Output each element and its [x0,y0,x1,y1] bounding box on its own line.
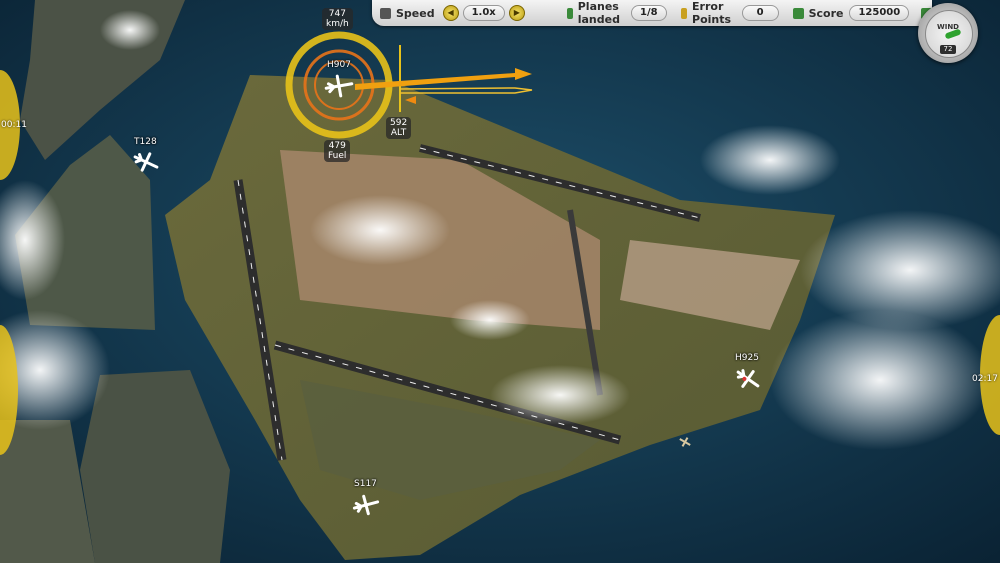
cloud [100,10,160,50]
fuel-readout: 479 Fuel [324,140,351,162]
spawn-timer-left: 00:11 [1,120,27,130]
cloud [450,300,530,340]
plane-callsign-t128: T128 [134,137,157,147]
speed-decrease-button[interactable]: ◀ [442,5,459,21]
altitude-value: 592 [390,118,408,128]
error-points-value: 0 [741,5,779,21]
top-status-bar: Speed ◀ 1.0x ▶ Planes landed 1/8 Error P… [372,0,933,26]
speed-icon [380,7,391,19]
planes-landed-group: Planes landed 1/8 [566,0,667,26]
planes-landed-icon [566,7,573,19]
cloud [310,195,450,265]
fuel-value: 479 [328,141,346,151]
error-points-icon [680,7,688,19]
altitude-readout: 592 ALT [386,117,412,139]
selected-plane-callsign: H907 [327,60,351,70]
speed-group: Speed ◀ 1.0x ▶ [380,5,527,21]
spawn-timer-right: 02:17 [972,374,998,384]
score-icon [792,7,804,19]
fuel-unit: Fuel [328,151,347,161]
speed-value: 747 [328,9,346,19]
planes-landed-value: 1/8 [631,5,667,21]
cloud [770,310,990,450]
altitude-unit: ALT [390,128,407,138]
cloud [700,125,840,195]
score-group: Score 125000 [792,5,910,21]
airport-map[interactable] [0,0,1000,563]
wind-gauge: WIND 72 [918,3,978,63]
plane-callsign-s117: S117 [354,479,377,489]
cloud [490,365,630,425]
speed-label: Speed [396,6,435,20]
score-value: 125000 [849,5,910,21]
speed-readout: 747 km/h [322,8,353,30]
score-label: Score [808,6,844,20]
plane-callsign-h925: H925 [735,353,759,363]
error-points-label: Error Points [692,0,732,26]
speed-increase-button[interactable]: ▶ [508,5,525,21]
wind-label: WIND [937,23,959,31]
error-points-group: Error Points 0 [680,0,779,26]
wind-value: 72 [940,45,956,54]
speed-value-display: 1.0x [462,5,505,21]
planes-landed-label: Planes landed [577,0,620,26]
speed-unit: km/h [326,19,349,29]
